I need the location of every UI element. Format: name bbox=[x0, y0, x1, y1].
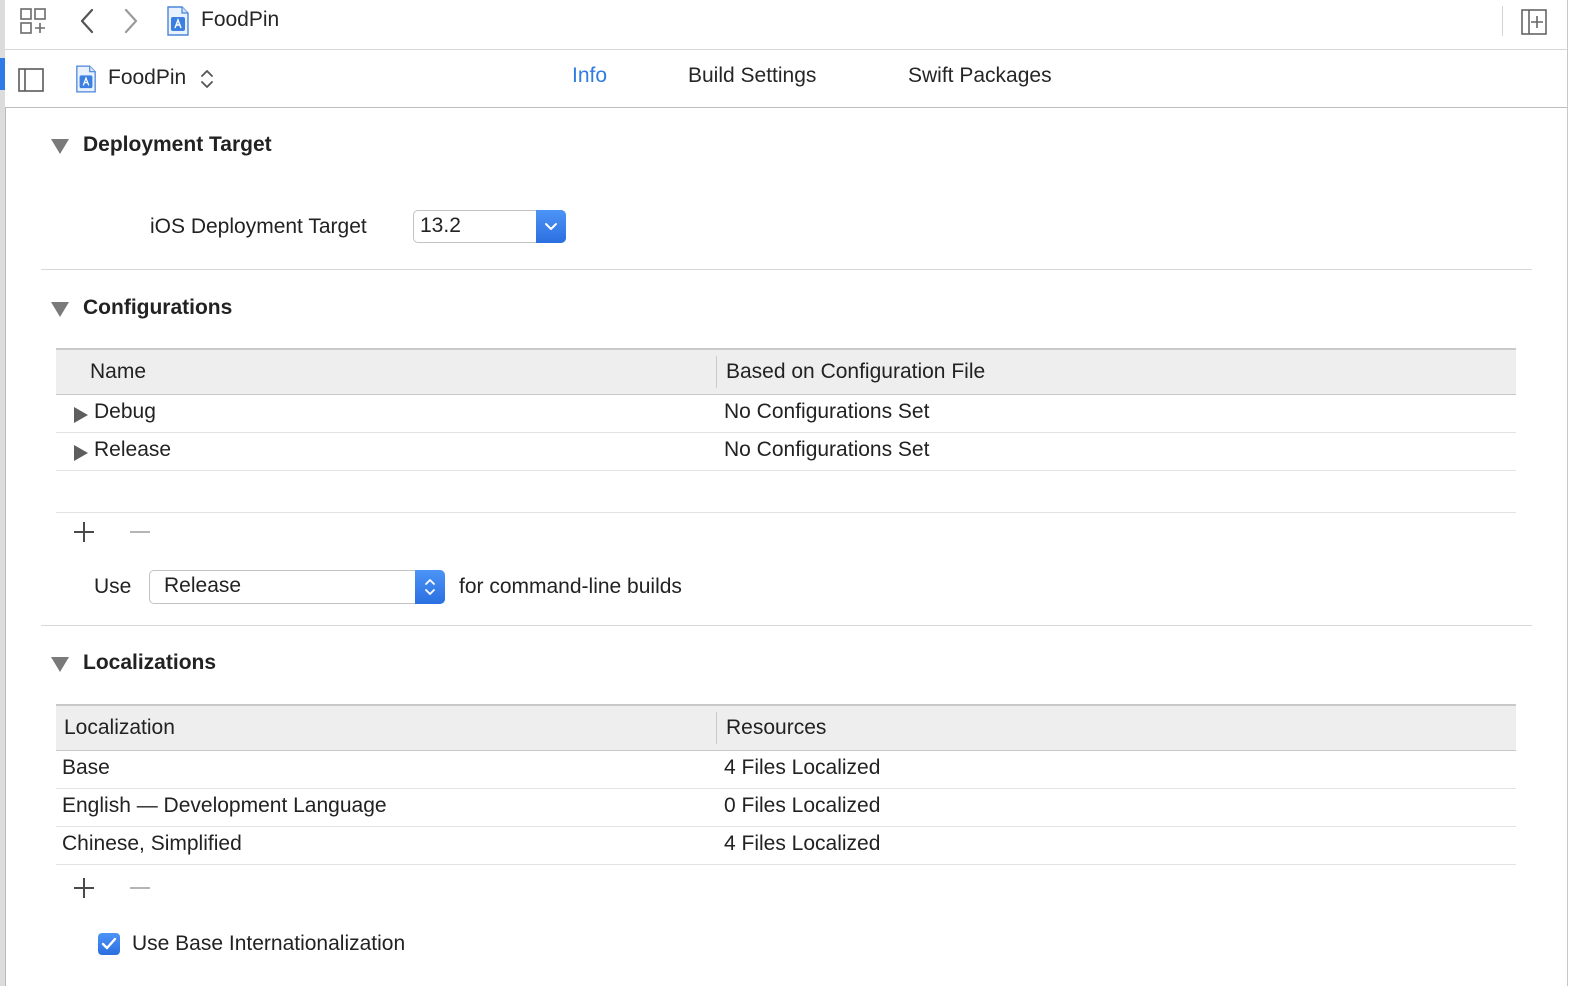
window-right-edge bbox=[1567, 0, 1580, 986]
sidebar-toggle-icon[interactable] bbox=[17, 66, 45, 94]
minus-icon[interactable] bbox=[126, 518, 154, 546]
localization-name: English — Development Language bbox=[62, 794, 387, 817]
deployment-disclosure-icon[interactable] bbox=[51, 139, 69, 154]
config-name: Debug bbox=[94, 400, 156, 423]
table-row[interactable]: Debug No Configurations Set bbox=[56, 395, 1516, 433]
row-disclosure-icon[interactable] bbox=[74, 445, 88, 461]
use-label: Use bbox=[94, 575, 132, 598]
column-header-config-file[interactable]: Based on Configuration File bbox=[726, 360, 985, 384]
table-row[interactable]: Chinese, Simplified 4 Files Localized bbox=[56, 827, 1516, 865]
localizations-disclosure-icon[interactable] bbox=[51, 657, 69, 672]
tab-build-settings[interactable]: Build Settings bbox=[688, 64, 816, 88]
ios-deployment-combobox[interactable]: 13.2 bbox=[413, 210, 566, 243]
localization-resources: 4 Files Localized bbox=[724, 832, 881, 855]
section-divider bbox=[41, 625, 1532, 626]
config-file: No Configurations Set bbox=[724, 438, 930, 461]
table-header: Localization Resources bbox=[56, 704, 1516, 751]
tab-info[interactable]: Info bbox=[572, 64, 607, 88]
base-internationalization-checkbox[interactable] bbox=[98, 933, 120, 955]
base-internationalization-label[interactable]: Use Base Internationalization bbox=[132, 932, 405, 956]
command-line-config-popup[interactable]: Release bbox=[149, 570, 445, 604]
localization-resources: 0 Files Localized bbox=[724, 794, 881, 817]
table-bottom-border bbox=[56, 512, 1516, 513]
tab-swift-packages[interactable]: Swift Packages bbox=[908, 64, 1052, 88]
stepper-icon[interactable] bbox=[415, 570, 445, 604]
localizations-table: Localization Resources Base 4 Files Loca… bbox=[56, 704, 1516, 869]
table-row[interactable]: Release No Configurations Set bbox=[56, 433, 1516, 471]
section-title-configurations: Configurations bbox=[83, 296, 233, 319]
localization-name: Base bbox=[62, 756, 110, 779]
localization-name: Chinese, Simplified bbox=[62, 832, 242, 855]
column-header-localization[interactable]: Localization bbox=[64, 716, 175, 740]
target-selector[interactable]: FoodPin bbox=[108, 66, 186, 90]
chevron-down-icon[interactable] bbox=[536, 210, 566, 243]
back-icon[interactable] bbox=[75, 7, 99, 35]
toolbar-divider bbox=[1502, 6, 1503, 36]
configurations-disclosure-icon[interactable] bbox=[51, 302, 69, 317]
command-line-suffix: for command-line builds bbox=[459, 575, 682, 598]
section-title-localizations: Localizations bbox=[83, 651, 217, 674]
checkmark-icon bbox=[101, 937, 117, 950]
grid-icon[interactable] bbox=[19, 7, 47, 35]
column-separator bbox=[716, 356, 717, 388]
project-file-icon bbox=[74, 64, 98, 94]
add-editor-icon[interactable] bbox=[1520, 8, 1548, 36]
command-line-config-value[interactable]: Release bbox=[164, 574, 241, 598]
table-row[interactable]: Base 4 Files Localized bbox=[56, 751, 1516, 789]
minus-icon[interactable] bbox=[126, 874, 154, 902]
jump-bar: FoodPin bbox=[5, 0, 1567, 50]
localization-resources: 4 Files Localized bbox=[724, 756, 881, 779]
plus-icon[interactable] bbox=[70, 874, 98, 902]
section-title-deployment: Deployment Target bbox=[83, 133, 272, 156]
section-divider bbox=[41, 269, 1532, 270]
column-separator bbox=[716, 712, 717, 744]
column-header-name[interactable]: Name bbox=[90, 360, 146, 384]
plus-icon[interactable] bbox=[70, 518, 98, 546]
stepper-icon[interactable] bbox=[199, 66, 215, 92]
project-file-icon bbox=[165, 5, 191, 37]
config-name: Release bbox=[94, 438, 172, 461]
editor-tab-bar: FoodPin Info Build Settings Swift Packag… bbox=[5, 50, 1567, 108]
config-file: No Configurations Set bbox=[724, 400, 930, 423]
configurations-table: Name Based on Configuration File Debug N… bbox=[56, 348, 1516, 513]
forward-icon[interactable] bbox=[119, 7, 143, 35]
table-row[interactable]: English — Development Language 0 Files L… bbox=[56, 789, 1516, 827]
ios-deployment-label: iOS Deployment Target bbox=[150, 215, 367, 238]
window-left-edge bbox=[0, 0, 6, 986]
breadcrumb[interactable]: FoodPin bbox=[201, 8, 279, 32]
table-header: Name Based on Configuration File bbox=[56, 348, 1516, 395]
ios-deployment-value[interactable]: 13.2 bbox=[420, 214, 461, 238]
column-header-resources[interactable]: Resources bbox=[726, 716, 826, 740]
row-disclosure-icon[interactable] bbox=[74, 407, 88, 423]
